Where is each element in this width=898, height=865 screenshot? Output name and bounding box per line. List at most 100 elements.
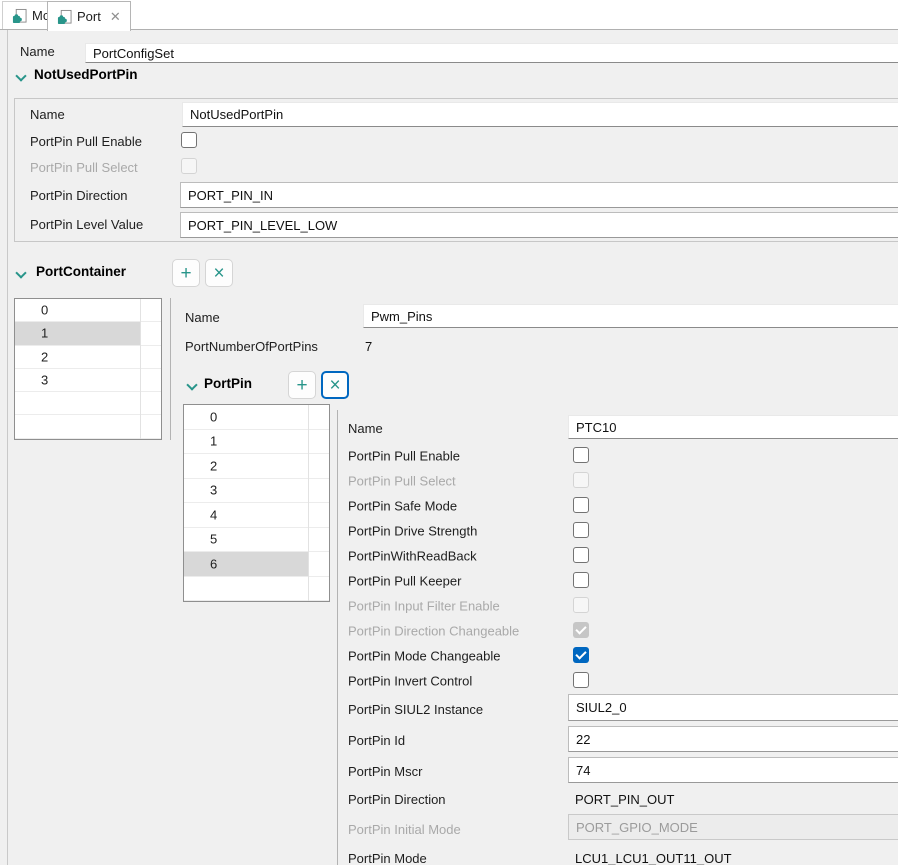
field-label: Name — [30, 107, 65, 122]
portcontainer-name-input[interactable] — [363, 304, 898, 328]
list-item[interactable]: 3 — [15, 369, 161, 393]
list-item-label: 4 — [210, 507, 218, 523]
portpin-mscr-input[interactable] — [568, 757, 898, 783]
field-label: PortPin Mscr — [348, 764, 423, 779]
field-label: PortNumberOfPortPins — [185, 339, 318, 354]
component-icon — [12, 8, 27, 23]
field-label: PortPin SIUL2 Instance — [348, 702, 484, 717]
section-title-notusedportpin[interactable]: NotUsedPortPin — [34, 67, 138, 82]
field-label: PortPin Direction Changeable — [348, 623, 520, 638]
field-label: PortPin Drive Strength — [348, 523, 478, 538]
list-empty-row[interactable] — [184, 577, 329, 601]
section-title-portcontainer[interactable]: PortContainer — [36, 264, 126, 279]
portpin-list: 0 1 2 3 4 5 6 — [183, 404, 330, 602]
portpin-direction-value: PORT_PIN_OUT — [575, 792, 675, 807]
checkbox — [573, 622, 589, 638]
config-set-name-label: Name — [20, 44, 55, 59]
remove-portpin-button[interactable]: × — [321, 371, 349, 399]
list-item-label: 2 — [210, 458, 218, 474]
portpin-id-input[interactable] — [568, 726, 898, 752]
list-item[interactable]: 0 — [15, 299, 161, 323]
field-label: PortPin Mode — [348, 851, 427, 865]
checkbox[interactable] — [573, 572, 589, 588]
checkbox — [573, 472, 589, 488]
notused-direction-input[interactable] — [180, 182, 898, 208]
section-title-portpin[interactable]: PortPin — [204, 376, 252, 391]
list-fields-separator — [337, 410, 338, 865]
checkbox-field-row: PortPin Pull Select — [348, 468, 893, 493]
list-item[interactable]: 1 — [15, 322, 161, 346]
pull-enable-checkbox[interactable] — [181, 132, 197, 148]
list-empty-row[interactable] — [15, 415, 161, 439]
field-label: PortPin Pull Select — [348, 473, 456, 488]
pull-select-checkbox — [181, 158, 197, 174]
portpin-initial-mode-input — [568, 814, 898, 840]
checkbox-field-row: PortPin Input Filter Enable — [348, 593, 893, 618]
checkbox-field-row: PortPin Mode Changeable — [348, 643, 893, 668]
list-item-label: 5 — [210, 531, 218, 547]
checkbox-field-row: PortPin Invert Control — [348, 668, 893, 693]
siul2-instance-input[interactable] — [568, 694, 898, 721]
notused-name-input[interactable] — [182, 102, 898, 127]
portpin-name-input[interactable] — [568, 415, 898, 439]
list-item[interactable]: 3 — [184, 479, 329, 503]
config-set-name-input[interactable] — [85, 43, 898, 63]
list-item-label: 2 — [41, 349, 49, 365]
list-item-label: 6 — [210, 556, 218, 572]
field-label: PortPin Direction — [348, 792, 446, 807]
field-label: PortPin Input Filter Enable — [348, 598, 500, 613]
list-item-label: 0 — [41, 302, 49, 318]
checkbox-field-row: PortPin Pull Keeper — [348, 568, 893, 593]
list-item[interactable]: 2 — [15, 346, 161, 369]
add-portcontainer-button[interactable]: + — [172, 259, 200, 287]
list-item[interactable]: 6 — [184, 552, 329, 577]
field-label: PortPin Mode Changeable — [348, 648, 501, 663]
close-tab-icon[interactable]: ✕ — [110, 10, 121, 23]
notused-level-value-input[interactable] — [180, 212, 898, 238]
tab-label: Port — [77, 9, 101, 24]
chevron-down-icon[interactable] — [16, 72, 26, 82]
list-item[interactable]: 2 — [184, 454, 329, 479]
add-portpin-button[interactable]: + — [288, 371, 316, 399]
field-label: PortPinWithReadBack — [348, 548, 477, 563]
checkbox[interactable] — [573, 647, 589, 663]
list-fields-separator — [170, 298, 171, 440]
list-item[interactable]: 0 — [184, 405, 329, 430]
list-empty-row[interactable] — [15, 392, 161, 416]
checkbox[interactable] — [573, 447, 589, 463]
portpin-mode-value: LCU1_LCU1_OUT11_OUT — [575, 851, 732, 865]
field-label: Name — [348, 421, 383, 436]
portpin-checkbox-fields: PortPin Pull Enable PortPin Pull Select Po… — [348, 443, 893, 693]
checkbox[interactable] — [573, 497, 589, 513]
field-label: PortPin Pull Enable — [30, 134, 143, 149]
field-label: PortPin Pull Enable — [348, 448, 461, 463]
field-label: PortPin Initial Mode — [348, 822, 461, 837]
field-label: PortPin Direction — [30, 188, 128, 203]
list-item-label: 0 — [210, 409, 218, 425]
port-config-editor: Mcl Port ✕ Name NotUsedPortPin Name Port… — [0, 0, 898, 865]
chevron-down-icon[interactable] — [16, 269, 26, 279]
field-label: PortPin Level Value — [30, 217, 144, 232]
checkbox[interactable] — [573, 547, 589, 563]
field-label: PortPin Pull Select — [30, 160, 138, 175]
tab-port[interactable]: Port ✕ — [47, 1, 131, 31]
editor-left-border — [7, 30, 8, 865]
list-item[interactable]: 4 — [184, 503, 329, 528]
chevron-down-icon[interactable] — [187, 381, 197, 391]
field-label: Name — [185, 310, 220, 325]
remove-portcontainer-button[interactable]: × — [205, 259, 233, 287]
component-icon — [57, 9, 72, 24]
checkbox[interactable] — [573, 672, 589, 688]
portcontainer-list: 0 1 2 3 — [14, 298, 162, 440]
field-label: PortPin Pull Keeper — [348, 573, 462, 588]
checkbox[interactable] — [573, 522, 589, 538]
list-item[interactable]: 5 — [184, 528, 329, 552]
list-item-label: 1 — [210, 433, 218, 449]
list-item-label: 1 — [41, 325, 49, 341]
checkbox — [573, 597, 589, 613]
list-item-label: 3 — [41, 372, 49, 388]
field-label: PortPin Id — [348, 733, 406, 748]
checkbox-field-row: PortPin Safe Mode — [348, 493, 893, 518]
list-item[interactable]: 1 — [184, 430, 329, 454]
list-item-label: 3 — [210, 482, 218, 498]
